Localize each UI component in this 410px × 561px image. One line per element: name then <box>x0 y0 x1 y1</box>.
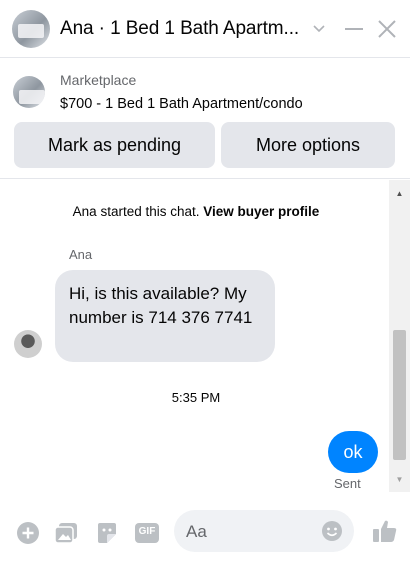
chevron-down-icon[interactable] <box>305 14 333 44</box>
gif-label: GIF <box>138 526 156 537</box>
minimize-icon[interactable] <box>340 14 368 44</box>
chat-title[interactable]: Ana · 1 Bed 1 Bath Apartm... <box>60 18 300 40</box>
thumbs-up-icon[interactable] <box>372 517 398 545</box>
sent-status: Sent <box>334 476 361 491</box>
gif-icon[interactable]: GIF <box>134 521 160 545</box>
photo-icon[interactable] <box>54 521 78 545</box>
plus-icon[interactable] <box>16 521 40 545</box>
seller-avatar[interactable] <box>12 10 50 48</box>
incoming-message-bubble[interactable]: Hi, is this available? My number is 714 … <box>55 270 275 362</box>
message-placeholder: Aa <box>186 522 207 541</box>
message-timestamp: 5:35 PM <box>171 390 221 405</box>
scrollbar[interactable]: ▲ ▼ <box>389 180 410 492</box>
sender-name: Ana <box>69 247 93 262</box>
emoji-icon[interactable] <box>320 519 344 543</box>
marketplace-panel: Marketplace $700 - 1 Bed 1 Bath Apartmen… <box>0 58 410 179</box>
message-input[interactable]: Aa <box>174 510 354 552</box>
close-icon[interactable] <box>373 14 401 44</box>
scroll-thumb[interactable] <box>393 330 406 460</box>
scroll-down-arrow[interactable]: ▼ <box>389 472 410 486</box>
scroll-up-arrow[interactable]: ▲ <box>389 186 410 200</box>
mark-as-pending-button[interactable]: Mark as pending <box>14 122 215 168</box>
marketplace-label: Marketplace <box>60 72 137 88</box>
listing-thumbnail[interactable] <box>13 76 45 108</box>
sticker-icon[interactable] <box>95 521 119 545</box>
chat-started-notice: Ana started this chat. View buyer profil… <box>0 204 392 219</box>
more-options-button[interactable]: More options <box>221 122 395 168</box>
chat-started-text: Ana started this chat. <box>72 204 200 219</box>
message-thread: Ana started this chat. View buyer profil… <box>0 180 410 492</box>
listing-title[interactable]: $700 - 1 Bed 1 Bath Apartment/condo <box>60 96 303 112</box>
view-buyer-profile-link[interactable]: View buyer profile <box>203 204 319 219</box>
message-composer: GIF Aa <box>0 492 410 561</box>
chat-header: Ana · 1 Bed 1 Bath Apartm... <box>0 0 410 58</box>
sender-avatar[interactable] <box>14 330 42 358</box>
outgoing-message-bubble[interactable]: ok <box>328 431 378 473</box>
